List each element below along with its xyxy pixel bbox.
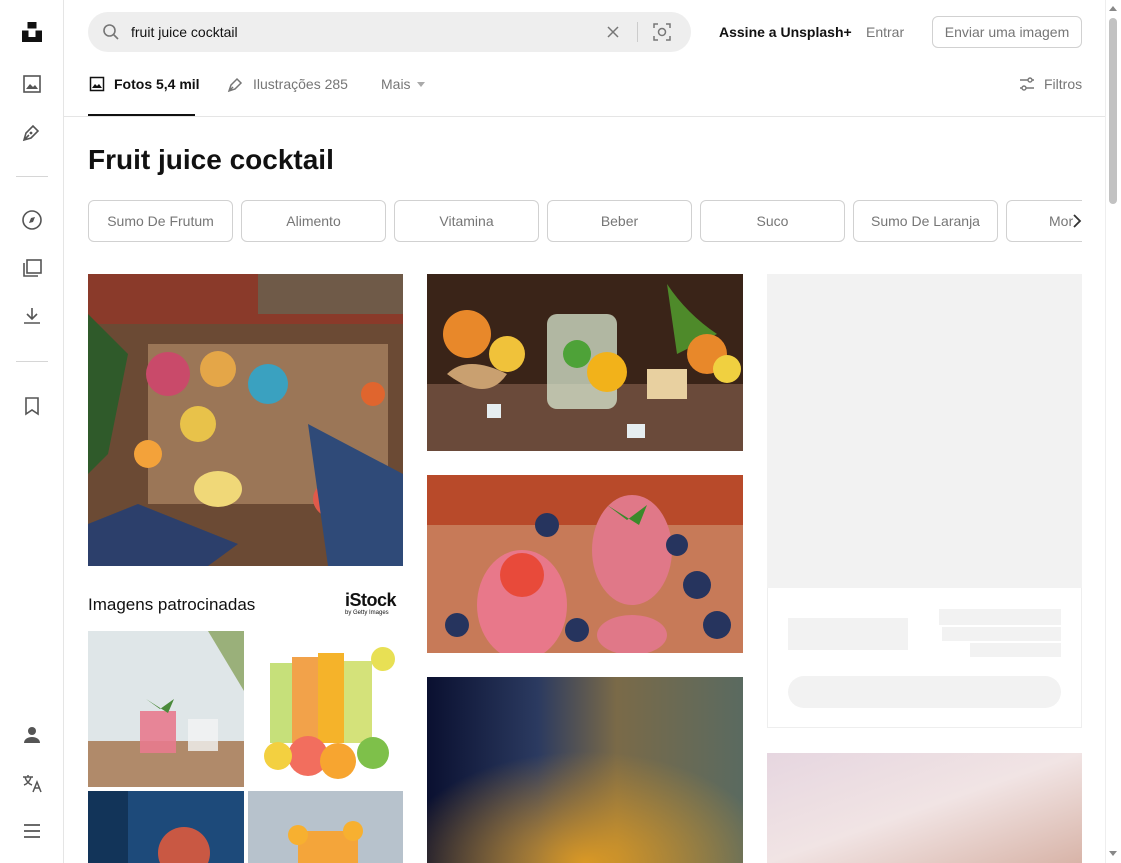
photo-toast-party[interactable] [88, 274, 403, 566]
placeholder-line [970, 643, 1061, 657]
tab-label: Fotos 5,4 mil [114, 76, 200, 92]
photo-berry-smoothie[interactable] [427, 475, 743, 653]
illustrations-icon[interactable] [20, 120, 44, 144]
photo-lemonade-jug[interactable] [427, 274, 743, 451]
bookmark-icon[interactable] [20, 394, 44, 418]
sponsored-photo[interactable] [88, 631, 244, 787]
menu-icon[interactable] [20, 819, 44, 843]
sidebar-divider [16, 361, 48, 362]
active-tab-indicator [88, 114, 195, 116]
scroll-down-arrow[interactable] [1109, 851, 1117, 856]
istock-logo[interactable]: iStock by Getty Images [345, 590, 405, 620]
search-bar[interactable]: fruit juice cocktail [88, 12, 691, 52]
page-title: Fruit juice cocktail [88, 144, 334, 175]
search-icon[interactable] [102, 23, 120, 41]
search-input[interactable]: fruit juice cocktail [131, 23, 238, 41]
tab-illustrations[interactable]: Ilustrações 285 [227, 74, 348, 94]
filters-icon [1018, 75, 1036, 93]
login-link[interactable]: Entrar [866, 24, 904, 40]
placeholder-line [939, 609, 1061, 625]
explore-icon[interactable] [20, 208, 44, 232]
image-placeholder [767, 274, 1082, 588]
related-searches: Sumo De Frutum Alimento Vitamina Beber S… [88, 200, 1082, 242]
unsplash-logo[interactable] [20, 20, 44, 44]
pen-icon [227, 75, 245, 93]
istock-brand: iStock [345, 590, 397, 610]
photo-soft-pink[interactable] [767, 753, 1082, 863]
tab-label: Ilustrações 285 [253, 76, 348, 92]
placeholder-line [942, 627, 1061, 641]
filters-button[interactable]: Filtros [1018, 74, 1082, 94]
account-icon[interactable] [20, 723, 44, 747]
sidebar-divider [16, 176, 48, 177]
related-chip[interactable]: Vitamina [394, 200, 539, 242]
collections-icon[interactable] [20, 256, 44, 280]
visual-search-icon[interactable] [652, 22, 672, 42]
placeholder-button [788, 676, 1061, 708]
sponsored-photo[interactable] [248, 791, 403, 863]
unsplash-plus-link[interactable]: Assine a Unsplash+ [719, 24, 852, 40]
placeholder-line [788, 618, 908, 650]
photo-gradient[interactable] [427, 677, 743, 863]
sidebar [0, 0, 64, 863]
downloads-icon[interactable] [20, 304, 44, 328]
chevron-down-icon [416, 81, 425, 87]
top-header: fruit juice cocktail Assine a Unsplash+ … [64, 0, 1105, 117]
related-chip[interactable]: Suco [700, 200, 845, 242]
chevron-right-icon[interactable] [1068, 212, 1086, 230]
language-icon[interactable] [20, 771, 44, 795]
sponsored-title: Imagens patrocinadas [88, 595, 256, 614]
photos-icon[interactable] [20, 72, 44, 96]
istock-sub: by Getty Images [345, 610, 389, 616]
clear-icon[interactable] [604, 23, 622, 41]
scroll-up-arrow[interactable] [1109, 6, 1117, 11]
tab-more[interactable]: Mais [381, 74, 425, 94]
sponsored-photo[interactable] [248, 631, 403, 787]
photo-icon [88, 75, 106, 93]
related-chip[interactable]: Sumo De Frutum [88, 200, 233, 242]
upload-button[interactable]: Enviar uma imagem [932, 16, 1082, 48]
related-chip[interactable]: Alimento [241, 200, 386, 242]
sponsored-photo[interactable] [88, 791, 244, 863]
search-divider [637, 22, 638, 42]
filters-label: Filtros [1044, 76, 1083, 92]
tab-label: Mais [381, 76, 411, 92]
tab-photos[interactable]: Fotos 5,4 mil [88, 74, 200, 94]
related-chip[interactable]: Beber [547, 200, 692, 242]
related-chip[interactable]: Sumo De Laranja [853, 200, 998, 242]
scrollbar-thumb[interactable] [1109, 18, 1117, 204]
